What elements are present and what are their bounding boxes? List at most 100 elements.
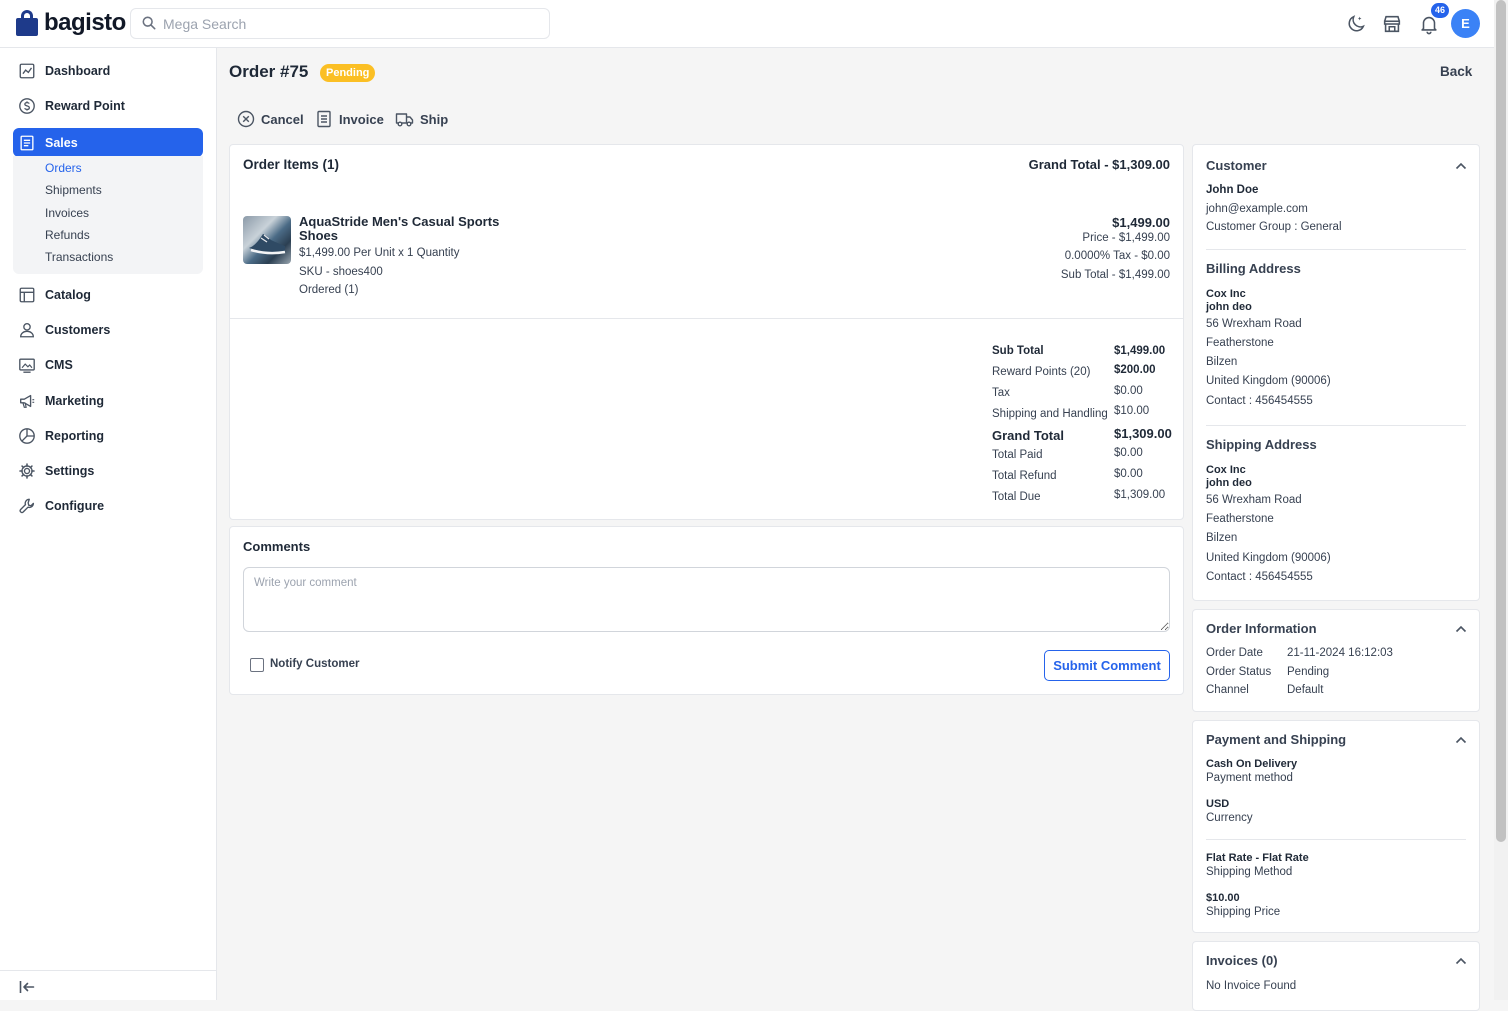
divider [1206,249,1466,250]
cms-icon [19,358,35,373]
sidebar-item-reward-point[interactable]: Reward Point [13,91,203,120]
totals-value: $0.00 [1114,468,1143,480]
customer-name: John Doe [1206,184,1259,196]
totals-value: $1,309.00 [1114,489,1166,501]
divider [230,318,1183,319]
notify-customer-label[interactable]: Notify Customer [270,658,359,670]
product-name[interactable]: AquaStride Men's Casual Sports Shoes [299,215,499,243]
cancel-button[interactable]: Cancel [237,110,304,128]
sidebar-item-label: Customers [45,322,111,337]
comment-textarea[interactable] [243,567,1170,632]
billing-state: Bilzen [1206,356,1238,368]
order-status-label: Order Status [1206,666,1272,678]
sidebar-item-sales[interactable]: Sales [13,128,203,157]
submit-comment-button[interactable]: Submit Comment [1044,650,1170,681]
item-price: Price - $1,499.00 [1082,232,1170,244]
channel-value: Default [1287,684,1324,696]
submenu-item-shipments[interactable]: Shipments [45,183,102,197]
collapse-sidebar-icon[interactable] [19,980,35,994]
totals-label: Reward Points (20) [992,366,1091,378]
sidebar-item-marketing[interactable]: Marketing [13,386,203,415]
sidebar-item-reporting[interactable]: Reporting [13,421,203,450]
billing-contact: Contact : 456454555 [1206,395,1313,407]
divider [1206,839,1466,840]
order-information-card: Order Information Order Date 21-11-2024 … [1192,609,1480,712]
grand-total-heading: Grand Total - $1,309.00 [1028,157,1170,172]
totals-label: Total Due [992,491,1041,503]
invoices-heading: Invoices (0) [1206,953,1278,968]
customer-group: Customer Group : General [1206,221,1342,233]
brand-logo[interactable]: bagisto [16,9,126,37]
wrench-icon [19,498,35,514]
channel-label: Channel [1206,684,1249,696]
billing-street: 56 Wrexham Road [1206,318,1302,330]
mega-search[interactable] [130,8,550,39]
customer-heading: Customer [1206,158,1267,173]
shipping-country: United Kingdom (90006) [1206,552,1331,564]
dark-mode-icon[interactable] [1345,13,1367,35]
item-tax: 0.0000% Tax - $0.00 [1064,250,1170,262]
notify-customer-checkbox[interactable] [250,658,264,672]
sidebar-item-label: Reporting [45,428,105,443]
customer-card: Customer John Doe john@example.com Custo… [1192,144,1480,601]
ordered-qty-line: Ordered (1) [299,284,359,296]
scrollbar-thumb[interactable] [1496,0,1506,842]
sidebar-item-cms[interactable]: CMS [13,350,203,379]
customer-email: john@example.com [1206,203,1308,215]
sidebar-item-configure[interactable]: Configure [13,491,203,520]
sidebar-item-catalog[interactable]: Catalog [13,280,203,309]
totals-label: Total Refund [992,470,1057,482]
cancel-label: Cancel [261,111,304,127]
ship-label: Ship [420,111,449,127]
item-subtotal: Sub Total - $1,499.00 [1060,269,1170,281]
sidebar-item-settings[interactable]: Settings [13,456,203,485]
sidebar: Dashboard Reward Point Sales Orders Ship… [0,48,217,1000]
back-link[interactable]: Back [1440,64,1472,79]
submenu-item-orders[interactable]: Orders [45,161,82,175]
payment-shipping-card: Payment and Shipping Cash On Delivery Pa… [1192,720,1480,933]
shipping-contact: Contact : 456454555 [1206,571,1313,583]
sidebar-item-dashboard[interactable]: Dashboard [13,56,203,85]
currency-value: USD [1206,798,1230,810]
dollar-circle-icon [19,98,35,114]
payment-method-value: Cash On Delivery [1206,758,1298,770]
search-input[interactable] [163,15,533,32]
dashboard-icon [19,63,35,79]
shipping-method-label: Shipping Method [1206,866,1293,878]
cancel-circle-icon [237,110,255,128]
page-scrollbar[interactable] [1494,0,1508,1000]
status-badge: Pending [320,64,376,82]
invoice-button[interactable]: Invoice [316,110,384,128]
catalog-icon [19,287,35,303]
ship-button[interactable]: Ship [395,110,448,128]
chevron-up-icon[interactable] [1455,736,1467,744]
chevron-up-icon[interactable] [1455,957,1467,965]
order-date-label: Order Date [1206,647,1263,659]
sidebar-item-customers[interactable]: Customers [13,315,203,344]
shipping-heading: Shipping Address [1206,437,1317,452]
submenu-item-refunds[interactable]: Refunds [45,228,90,242]
search-icon [142,16,156,30]
submenu-item-transactions[interactable]: Transactions [45,250,113,264]
sidebar-item-label: Marketing [45,393,105,408]
chevron-up-icon[interactable] [1455,162,1467,170]
bag-icon [16,10,38,36]
product-thumbnail[interactable] [243,216,291,264]
megaphone-icon [20,394,35,408]
shipping-method-value: Flat Rate - Flat Rate [1206,852,1309,864]
payment-method-label: Payment method [1206,772,1293,784]
truck-icon [395,113,414,127]
submenu-item-invoices[interactable]: Invoices [45,206,89,220]
shipping-city: Featherstone [1206,513,1274,525]
totals-value: $1,309.00 [1114,426,1172,441]
order-information-heading: Order Information [1206,621,1317,636]
chevron-up-icon[interactable] [1455,625,1467,633]
order-items-heading: Order Items (1) [243,157,340,172]
totals-label: Total Paid [992,449,1043,461]
avatar[interactable]: E [1451,9,1480,38]
payment-shipping-heading: Payment and Shipping [1206,732,1347,747]
billing-country: United Kingdom (90006) [1206,375,1331,387]
sidebar-item-label: Settings [45,463,95,478]
totals-label: Tax [992,387,1010,399]
store-icon[interactable] [1381,13,1403,35]
